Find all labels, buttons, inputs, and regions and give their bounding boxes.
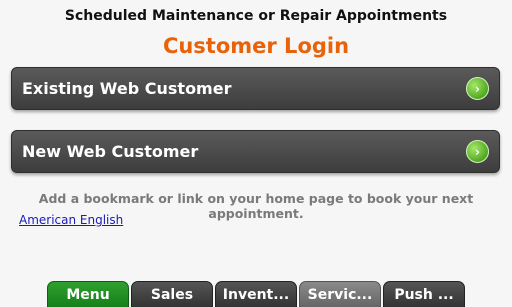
new-web-customer-button[interactable]: New Web Customer › — [11, 130, 500, 173]
tab-push[interactable]: Push ... — [383, 281, 465, 307]
chevron-right-icon: › — [466, 77, 489, 100]
tab-service[interactable]: Servic... — [299, 281, 381, 307]
bottom-tab-bar: Menu Sales Invent... Servic... Push ... — [47, 281, 465, 307]
tab-menu[interactable]: Menu — [47, 281, 129, 307]
chevron-right-icon: › — [466, 140, 489, 163]
page-title: Customer Login — [162, 34, 350, 58]
language-link[interactable]: American English — [19, 213, 123, 227]
page-heading: Scheduled Maintenance or Repair Appointm… — [64, 8, 448, 24]
tab-sales[interactable]: Sales — [131, 281, 213, 307]
new-web-customer-label: New Web Customer — [22, 142, 199, 161]
tab-inventory[interactable]: Invent... — [215, 281, 297, 307]
existing-web-customer-button[interactable]: Existing Web Customer › — [11, 67, 500, 110]
existing-web-customer-label: Existing Web Customer — [22, 79, 232, 98]
